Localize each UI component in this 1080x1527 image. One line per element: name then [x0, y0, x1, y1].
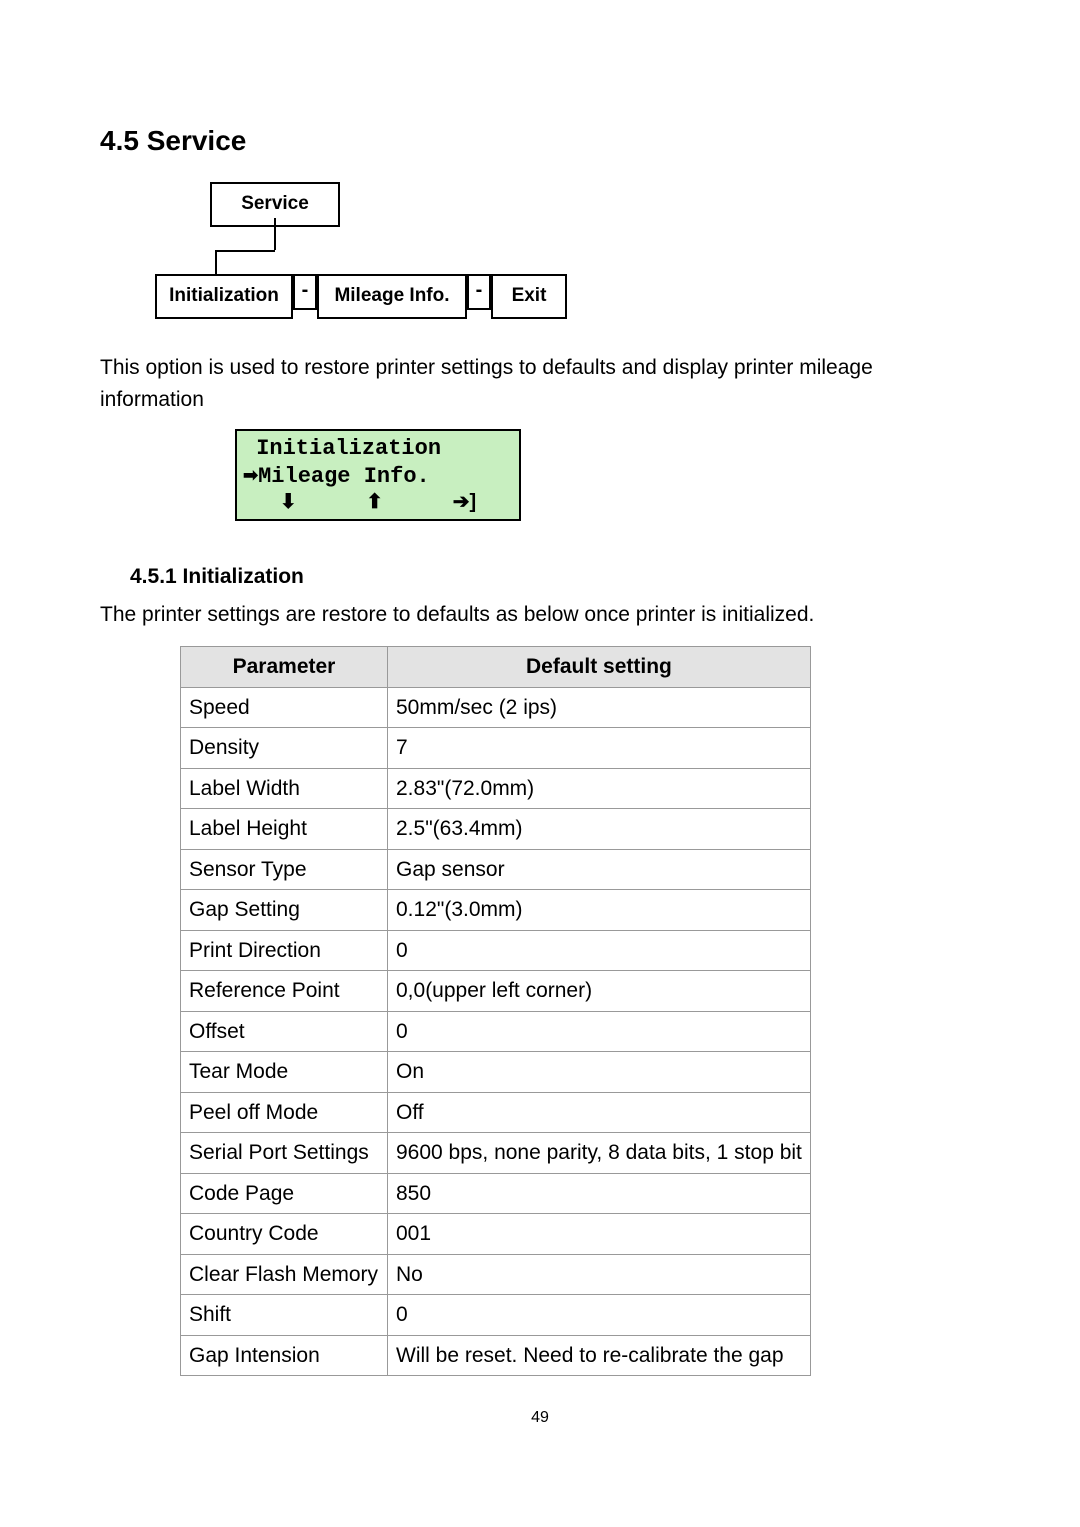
table-row: Peel off ModeOff: [181, 1092, 811, 1133]
col-header-parameter: Parameter: [181, 647, 388, 688]
subsection-heading: 4.5.1 Initialization: [130, 561, 980, 593]
service-flowchart: Service Initialization - Mileage Info. -…: [155, 182, 980, 332]
lcd-line-1: Initialization: [243, 435, 513, 463]
enter-arrow-icon: ➔]: [453, 490, 476, 515]
cell-parameter: Gap Intension: [181, 1335, 388, 1376]
cell-default: 0: [388, 1295, 811, 1336]
cell-parameter: Sensor Type: [181, 849, 388, 890]
cell-default: On: [388, 1052, 811, 1093]
table-row: Tear ModeOn: [181, 1052, 811, 1093]
cell-default: Gap sensor: [388, 849, 811, 890]
cell-parameter: Serial Port Settings: [181, 1133, 388, 1174]
cell-parameter: Label Height: [181, 809, 388, 850]
cell-parameter: Speed: [181, 687, 388, 728]
cell-parameter: Shift: [181, 1295, 388, 1336]
cell-default: No: [388, 1254, 811, 1295]
subsection-paragraph: The printer settings are restore to defa…: [100, 599, 980, 631]
cell-default: Will be reset. Need to re-calibrate the …: [388, 1335, 811, 1376]
flow-connector: [215, 250, 217, 274]
cell-default: 0: [388, 1011, 811, 1052]
cell-parameter: Clear Flash Memory: [181, 1254, 388, 1295]
table-row: Gap IntensionWill be reset. Need to re-c…: [181, 1335, 811, 1376]
table-row: Label Height2.5"(63.4mm): [181, 809, 811, 850]
intro-paragraph: This option is used to restore printer s…: [100, 352, 980, 415]
cell-default: 0: [388, 930, 811, 971]
up-arrow-icon: ⬆: [366, 490, 383, 515]
lcd-display: Initialization Mileage Info. ⬇ ⬆ ➔]: [235, 429, 521, 521]
cell-default: 2.5"(63.4mm): [388, 809, 811, 850]
flow-connector: [274, 218, 276, 250]
table-row: Label Width2.83"(72.0mm): [181, 768, 811, 809]
flow-connector: [215, 250, 275, 252]
cell-parameter: Gap Setting: [181, 890, 388, 931]
table-row: Speed50mm/sec (2 ips): [181, 687, 811, 728]
cell-parameter: Peel off Mode: [181, 1092, 388, 1133]
cell-parameter: Country Code: [181, 1214, 388, 1255]
cell-default: 50mm/sec (2 ips): [388, 687, 811, 728]
cell-default: 9600 bps, none parity, 8 data bits, 1 st…: [388, 1133, 811, 1174]
cell-parameter: Tear Mode: [181, 1052, 388, 1093]
table-row: Reference Point0,0(upper left corner): [181, 971, 811, 1012]
document-page: 4.5 Service Service Initialization - Mil…: [0, 0, 1080, 1470]
flow-node-exit: Exit: [491, 274, 567, 319]
col-header-default: Default setting: [388, 647, 811, 688]
table-row: Serial Port Settings9600 bps, none parit…: [181, 1133, 811, 1174]
table-row: Country Code001: [181, 1214, 811, 1255]
cell-parameter: Print Direction: [181, 930, 388, 971]
page-number: 49: [100, 1406, 980, 1430]
section-heading: 4.5 Service: [100, 120, 980, 162]
flow-node-mileage: Mileage Info.: [317, 274, 467, 319]
table-row: Code Page850: [181, 1173, 811, 1214]
lcd-line-2: Mileage Info.: [243, 463, 513, 491]
cell-default: 850: [388, 1173, 811, 1214]
table-row: Clear Flash MemoryNo: [181, 1254, 811, 1295]
table-row: Offset0: [181, 1011, 811, 1052]
table-row: Gap Setting0.12"(3.0mm): [181, 890, 811, 931]
cell-default: Off: [388, 1092, 811, 1133]
flow-separator: -: [293, 274, 317, 310]
cell-parameter: Reference Point: [181, 971, 388, 1012]
pointer-icon: [243, 464, 258, 489]
lcd-arrow-row: ⬇ ⬆ ➔]: [243, 490, 513, 517]
table-row: Shift0: [181, 1295, 811, 1336]
cell-default: 0,0(upper left corner): [388, 971, 811, 1012]
defaults-table: Parameter Default setting Speed50mm/sec …: [180, 646, 811, 1376]
cell-default: 0.12"(3.0mm): [388, 890, 811, 931]
table-row: Density7: [181, 728, 811, 769]
cell-default: 001: [388, 1214, 811, 1255]
cell-parameter: Label Width: [181, 768, 388, 809]
table-row: Sensor TypeGap sensor: [181, 849, 811, 890]
cell-default: 2.83"(72.0mm): [388, 768, 811, 809]
lcd-line-2-text: Mileage Info.: [258, 464, 430, 489]
flow-node-initialization: Initialization: [155, 274, 293, 319]
cell-parameter: Offset: [181, 1011, 388, 1052]
flow-separator: -: [467, 274, 491, 310]
lcd-display-wrap: Initialization Mileage Info. ⬇ ⬆ ➔]: [235, 429, 980, 521]
cell-parameter: Density: [181, 728, 388, 769]
table-header-row: Parameter Default setting: [181, 647, 811, 688]
down-arrow-icon: ⬇: [280, 490, 297, 515]
cell-default: 7: [388, 728, 811, 769]
table-row: Print Direction0: [181, 930, 811, 971]
cell-parameter: Code Page: [181, 1173, 388, 1214]
